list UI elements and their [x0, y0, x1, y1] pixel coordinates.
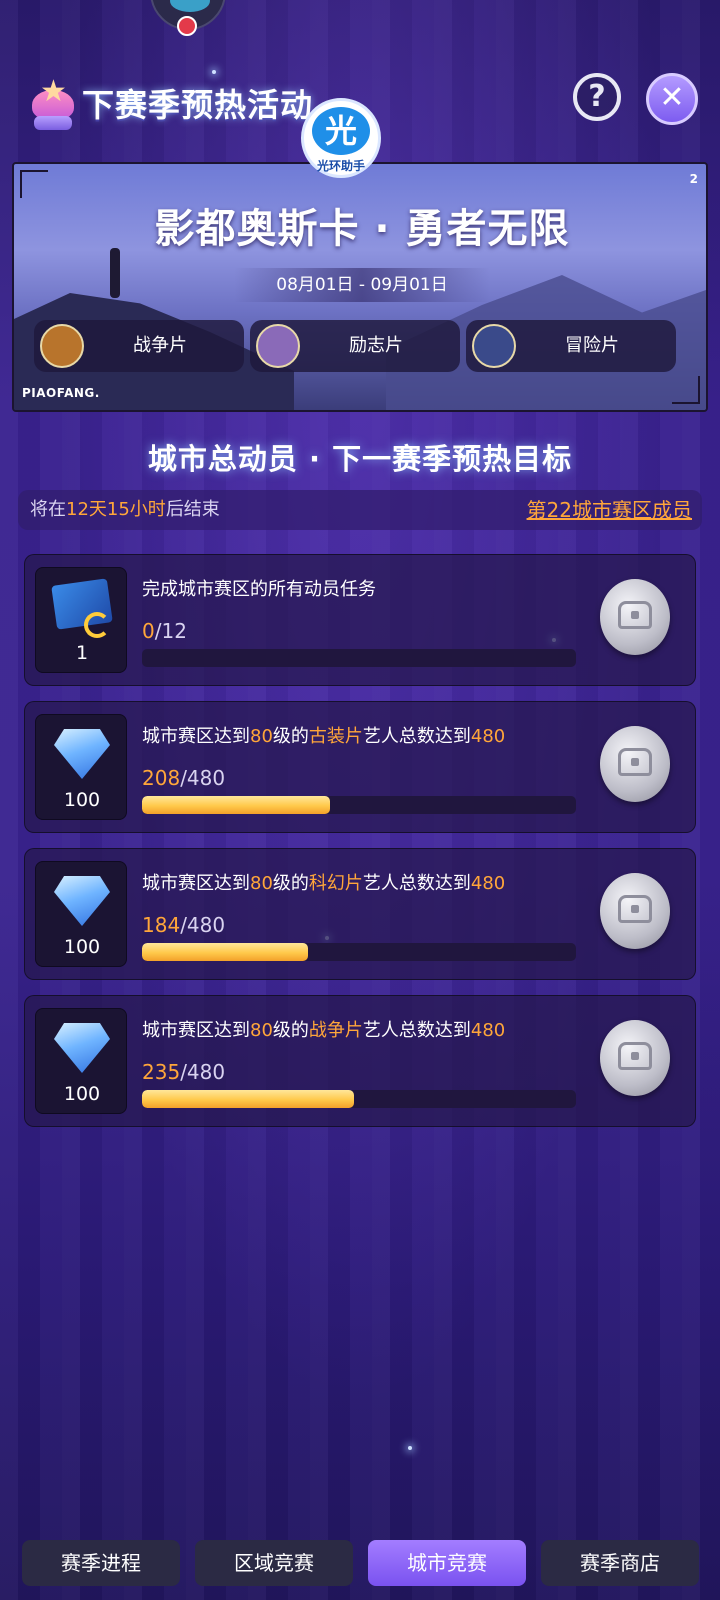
task-progress-bar	[142, 796, 576, 814]
page-title: 下赛季预热活动	[82, 86, 314, 124]
diamond-icon	[54, 729, 110, 779]
countdown-bar: 将在12天15小时后结束 第22城市赛区成员	[18, 490, 702, 530]
trophy-icon: ★	[28, 74, 78, 132]
task-progress-bar	[142, 1090, 576, 1108]
reward-slot[interactable]: 100	[35, 1008, 127, 1114]
city-rank-link[interactable]: 第22城市赛区成员	[527, 490, 692, 530]
notification-dot	[177, 16, 197, 36]
task-progress-bar	[142, 943, 576, 961]
chest-claim-button[interactable]	[600, 1020, 670, 1096]
chest-claim-button[interactable]	[600, 726, 670, 802]
task-card: 100 城市赛区达到80级的科幻片艺人总数达到480 184/480	[24, 848, 696, 980]
banner-date-range: 08月01日 - 09月01日	[234, 268, 490, 302]
close-button[interactable]: ✕	[646, 73, 698, 125]
reward-quantity: 1	[75, 642, 89, 664]
help-button[interactable]: ?	[573, 73, 621, 121]
task-progress-text: 235/480	[142, 1060, 226, 1084]
diamond-icon	[54, 876, 110, 926]
hero-silhouette	[110, 248, 120, 298]
task-progress-text: 184/480	[142, 913, 226, 937]
tab-season-progress[interactable]: 赛季进程	[22, 1540, 180, 1586]
reward-slot[interactable]: 1	[35, 567, 127, 673]
progress-fill	[142, 1090, 355, 1108]
season-banner: 2 影都奥斯卡 · 勇者无限 08月01日 - 09月01日 战争片 励志片 冒…	[12, 162, 708, 412]
brand-logo: PIAOFANG.	[22, 386, 100, 400]
reward-quantity: 100	[63, 789, 101, 811]
banner-page-number: 2	[689, 172, 698, 186]
tab-city-contest[interactable]: 城市竞赛	[368, 1540, 526, 1586]
tab-regional-contest[interactable]: 区域竞赛	[195, 1540, 353, 1586]
progress-fill	[142, 796, 331, 814]
ship-icon	[472, 324, 516, 368]
reward-slot[interactable]: 100	[35, 714, 127, 820]
section-title: 城市总动员 · 下一赛季预热目标	[147, 442, 573, 476]
task-description: 城市赛区达到80级的科幻片艺人总数达到480	[142, 873, 506, 894]
task-progress-text: 0/12	[142, 619, 187, 643]
soldier-icon	[40, 324, 84, 368]
genre-chip-war[interactable]: 战争片	[34, 320, 244, 372]
reward-slot[interactable]: 100	[35, 861, 127, 967]
task-card: 100 城市赛区达到80级的古装片艺人总数达到480 208/480	[24, 701, 696, 833]
progress-fill	[142, 943, 309, 961]
tab-season-shop[interactable]: 赛季商店	[541, 1540, 699, 1586]
task-card: 1 完成城市赛区的所有动员任务 0/12	[24, 554, 696, 686]
task-description: 完成城市赛区的所有动员任务	[142, 579, 376, 600]
ticket-icon	[51, 578, 113, 638]
genre-chip-adventure[interactable]: 冒险片	[466, 320, 676, 372]
assistant-badge[interactable]: 光 光环助手	[301, 98, 381, 178]
climber-icon	[256, 324, 300, 368]
task-card: 100 城市赛区达到80级的战争片艺人总数达到480 235/480	[24, 995, 696, 1127]
task-progress-text: 208/480	[142, 766, 226, 790]
task-progress-bar	[142, 649, 576, 667]
task-description: 城市赛区达到80级的古装片艺人总数达到480	[142, 726, 506, 747]
reward-quantity: 100	[63, 1083, 101, 1105]
sparkle-decoration	[408, 1446, 412, 1450]
task-description: 城市赛区达到80级的战争片艺人总数达到480	[142, 1020, 506, 1041]
reward-quantity: 100	[63, 936, 101, 958]
diamond-icon	[54, 1023, 110, 1073]
banner-title: 影都奥斯卡 · 勇者无限	[154, 206, 570, 252]
countdown-text: 将在12天15小时后结束	[30, 499, 220, 520]
genre-chip-inspirational[interactable]: 励志片	[250, 320, 460, 372]
chest-claim-button[interactable]	[600, 579, 670, 655]
chest-claim-button[interactable]	[600, 873, 670, 949]
